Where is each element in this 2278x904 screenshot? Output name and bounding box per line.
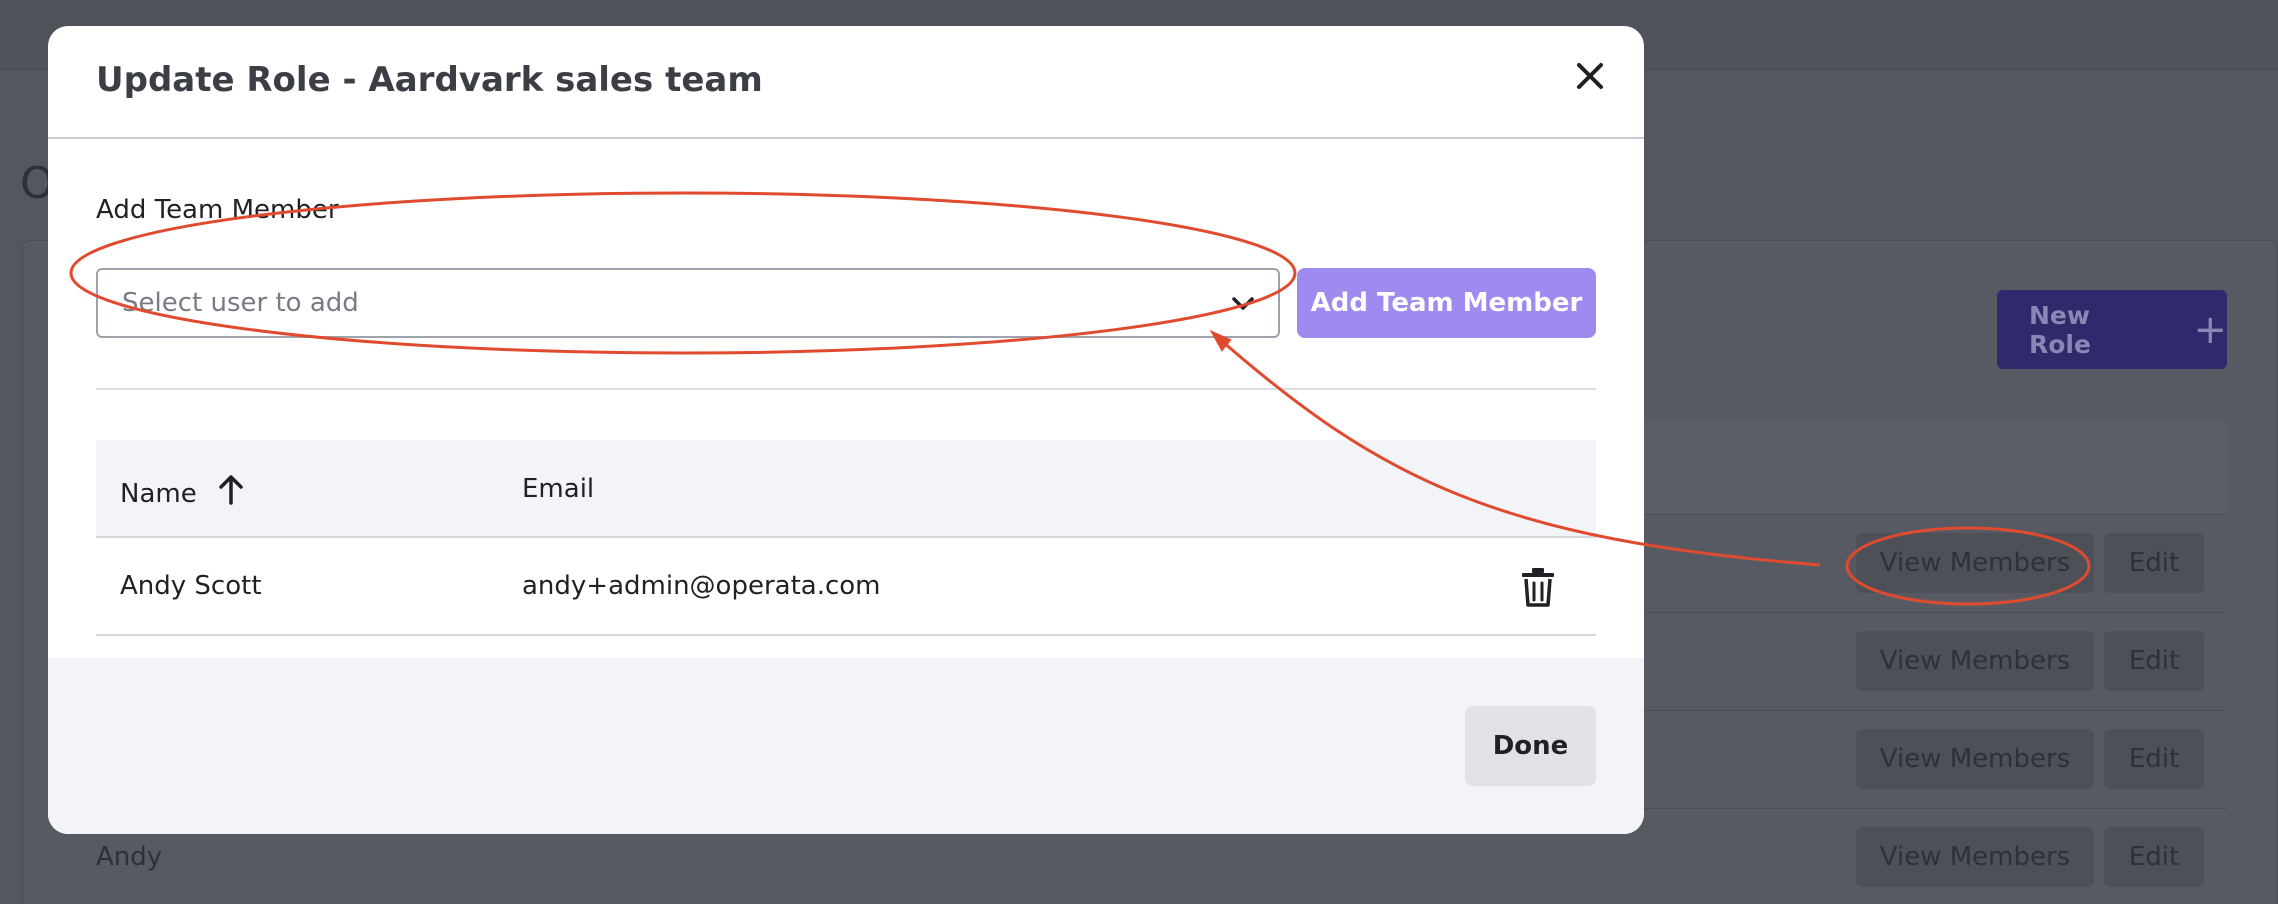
view-members-button[interactable]: View Members xyxy=(1856,533,2094,593)
edit-button[interactable]: Edit xyxy=(2104,827,2204,887)
member-name: Andy Scott xyxy=(120,571,262,601)
view-members-button[interactable]: View Members xyxy=(1856,631,2094,691)
dialog-title: Update Role - Aardvark sales team xyxy=(96,60,763,100)
add-team-member-label: Add Team Member xyxy=(96,195,339,225)
members-table: Name Email Andy Scott andy+admin@operata… xyxy=(96,440,1596,636)
done-button[interactable]: Done xyxy=(1465,706,1596,786)
member-email: andy+admin@operata.com xyxy=(522,571,881,601)
plus-icon: + xyxy=(2193,306,2227,353)
column-header-name-label: Name xyxy=(120,478,197,509)
column-header-email[interactable]: Email xyxy=(522,474,594,504)
dialog-footer: Done xyxy=(48,658,1644,834)
add-team-member-button[interactable]: Add Team Member xyxy=(1297,268,1596,338)
column-header-name[interactable]: Name xyxy=(120,474,245,513)
dialog-body: Add Team Member Select user to add Add T… xyxy=(48,139,1644,681)
view-members-button[interactable]: View Members xyxy=(1856,827,2094,887)
edit-button[interactable]: Edit xyxy=(2104,631,2204,691)
role-row-name: Andy xyxy=(96,842,163,872)
user-select-placeholder: Select user to add xyxy=(122,288,359,318)
update-role-dialog: Update Role - Aardvark sales team Add Te… xyxy=(48,26,1644,834)
edit-button[interactable]: Edit xyxy=(2104,729,2204,789)
table-row: Andy Scott andy+admin@operata.com xyxy=(96,538,1596,636)
new-role-button[interactable]: New Role + xyxy=(1997,290,2227,369)
user-select[interactable]: Select user to add xyxy=(96,268,1280,338)
edit-button[interactable]: Edit xyxy=(2104,533,2204,593)
chevron-down-icon xyxy=(1230,291,1256,317)
arrow-up-icon xyxy=(217,474,245,513)
new-role-label: New Role xyxy=(2029,300,2091,359)
close-icon[interactable] xyxy=(1570,56,1610,96)
view-members-button[interactable]: View Members xyxy=(1856,729,2094,789)
members-table-header: Name Email xyxy=(96,440,1596,538)
dialog-header: Update Role - Aardvark sales team xyxy=(48,26,1644,139)
divider xyxy=(96,388,1596,390)
trash-icon[interactable] xyxy=(1520,567,1556,607)
